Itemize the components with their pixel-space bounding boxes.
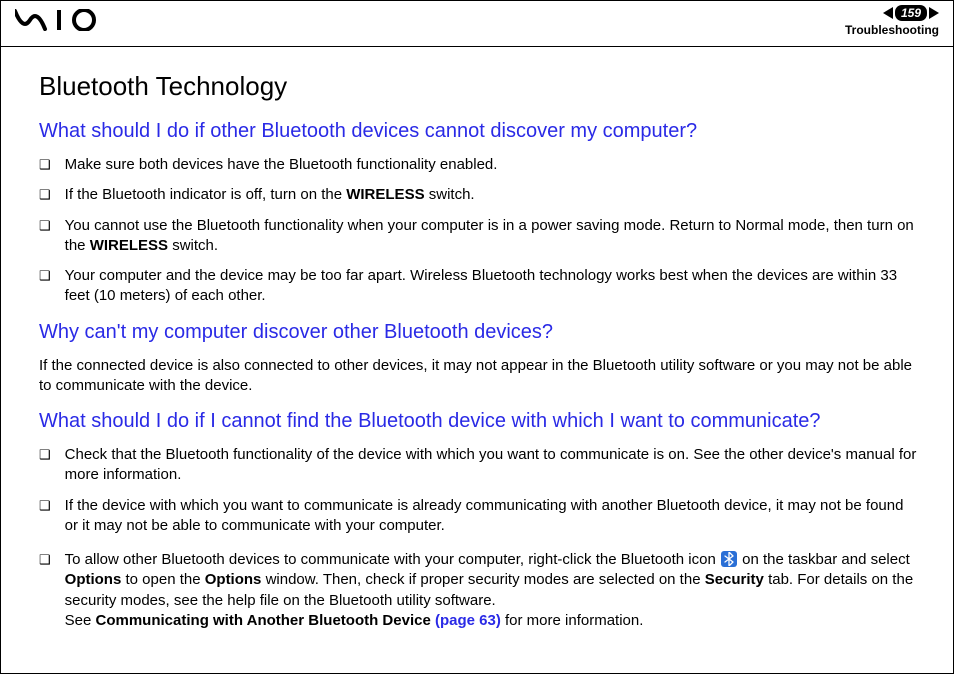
prev-page-arrow-icon[interactable] [883, 7, 893, 19]
paragraph: If the connected device is also connecte… [39, 356, 917, 397]
page-nav: 159 [883, 5, 939, 21]
vaio-logo [15, 9, 105, 38]
list-item: ❑ Make sure both devices have the Blueto… [39, 155, 917, 175]
header-bar: 159 Troubleshooting [1, 1, 953, 47]
document-page: 159 Troubleshooting Bluetooth Technology… [0, 0, 954, 674]
list-item: ❑ If the Bluetooth indicator is off, tur… [39, 185, 917, 205]
bullet-marker-icon: ❑ [39, 445, 51, 465]
page-number: 159 [895, 5, 927, 21]
bullet-marker-icon: ❑ [39, 496, 51, 516]
list-text: If the Bluetooth indicator is off, turn … [65, 185, 475, 205]
list-text: Your computer and the device may be too … [65, 266, 917, 307]
list-item: ❑ To allow other Bluetooth devices to co… [39, 550, 917, 631]
content-area: Bluetooth Technology What should I do if… [1, 47, 953, 673]
section-label: Troubleshooting [845, 23, 939, 37]
bullet-marker-icon: ❑ [39, 266, 51, 286]
page-title: Bluetooth Technology [39, 71, 917, 102]
list-text: To allow other Bluetooth devices to comm… [65, 550, 917, 631]
question-3: What should I do if I cannot find the Bl… [39, 410, 917, 433]
next-page-arrow-icon[interactable] [929, 7, 939, 19]
bullet-marker-icon: ❑ [39, 550, 51, 570]
bullet-marker-icon: ❑ [39, 216, 51, 236]
list-item: ❑ Check that the Bluetooth functionality… [39, 445, 917, 486]
list-item: ❑ If the device with which you want to c… [39, 496, 917, 537]
bullet-marker-icon: ❑ [39, 155, 51, 175]
bullet-list-3b: ❑ To allow other Bluetooth devices to co… [39, 550, 917, 631]
list-item: ❑ Your computer and the device may be to… [39, 266, 917, 307]
page-link[interactable]: (page 63) [435, 612, 501, 629]
list-item: ❑ You cannot use the Bluetooth functiona… [39, 216, 917, 257]
page-nav-group: 159 Troubleshooting [845, 5, 939, 37]
list-text: Check that the Bluetooth functionality o… [65, 445, 917, 486]
bullet-marker-icon: ❑ [39, 185, 51, 205]
question-1: What should I do if other Bluetooth devi… [39, 120, 917, 143]
list-text: Make sure both devices have the Bluetoot… [65, 155, 498, 175]
list-text: You cannot use the Bluetooth functionali… [65, 216, 917, 257]
list-text: If the device with which you want to com… [65, 496, 917, 537]
bluetooth-icon [721, 551, 737, 567]
bullet-list-1: ❑ Make sure both devices have the Blueto… [39, 155, 917, 307]
question-2: Why can't my computer discover other Blu… [39, 321, 917, 344]
bullet-list-3a: ❑ Check that the Bluetooth functionality… [39, 445, 917, 536]
